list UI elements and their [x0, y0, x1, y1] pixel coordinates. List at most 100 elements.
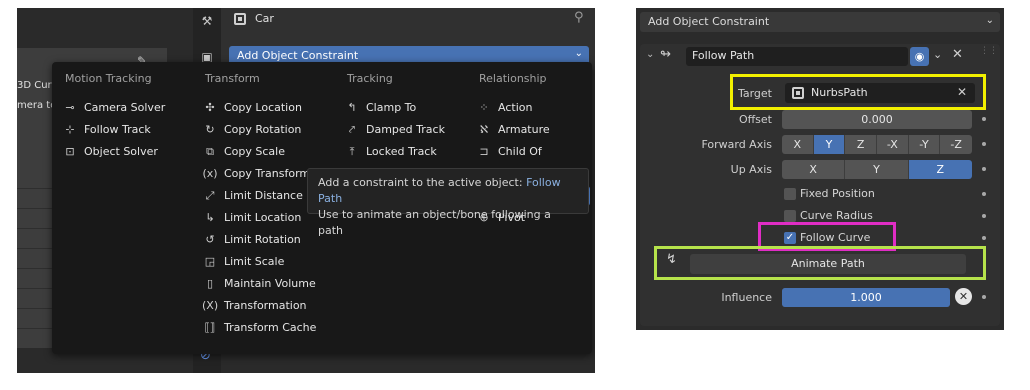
- keyframe-dot-icon[interactable]: [982, 167, 986, 171]
- keyframe-dot-icon[interactable]: [982, 117, 986, 121]
- constraint-name-field[interactable]: Follow Path: [686, 47, 908, 66]
- menu-column-header: Motion Tracking: [65, 72, 152, 85]
- viewport-label-3d-cursor: 3D Cur: [17, 80, 52, 91]
- menu-item-label: Limit Scale: [224, 255, 285, 268]
- menu-item-label: Copy Location: [224, 101, 302, 114]
- menu-item-label: Maintain Volume: [224, 277, 316, 290]
- chevron-down-icon: ⌄: [574, 48, 583, 59]
- fixed-position-label: Fixed Position: [800, 187, 875, 200]
- menu-item-label: Transform Cache: [224, 321, 317, 334]
- tooltip-description: Use to animate an object/bone following …: [318, 208, 551, 237]
- menu-item-follow-track[interactable]: ⊹ Follow Track: [62, 120, 151, 140]
- fwd-option[interactable]: X: [782, 135, 814, 154]
- chevron-down-icon: ⌄: [985, 15, 994, 26]
- upax-option[interactable]: X: [782, 160, 846, 179]
- menu-item-copy-rotation[interactable]: ↻ Copy Rotation: [202, 120, 301, 140]
- pin-icon[interactable]: ⚲: [574, 10, 584, 25]
- options-chevron-icon[interactable]: ⌄: [933, 48, 942, 61]
- menu-item-label: Limit Rotation: [224, 233, 301, 246]
- menu-item-child-of[interactable]: ⊐ Child Of: [476, 142, 541, 162]
- menu-item-copy-transforms[interactable]: (x) Copy Transforms: [202, 164, 316, 184]
- locked-track-icon: ⤒: [349, 145, 355, 158]
- follow-path-icon: ↬: [660, 47, 671, 62]
- tooltip-text: Add a constraint to the active object:: [318, 176, 523, 189]
- fwd-option[interactable]: -Y: [908, 135, 941, 154]
- object-solver-icon: ⊡: [65, 145, 75, 158]
- menu-item-label: Copy Rotation: [224, 123, 302, 136]
- menu-column-header: Tracking: [347, 72, 393, 85]
- close-icon[interactable]: ✕: [952, 47, 963, 62]
- follow-track-icon: ⊹: [65, 123, 75, 136]
- menu-item-camera-solver[interactable]: ⊸ Camera Solver: [62, 98, 165, 118]
- menu-item-label: Locked Track: [366, 145, 437, 158]
- menu-item-maintain-volume[interactable]: ▯ Maintain Volume: [202, 274, 316, 294]
- menu-item-label: Limit Location: [224, 211, 302, 224]
- armature-icon: ℵ: [479, 123, 489, 136]
- fwd-option[interactable]: Y: [813, 135, 846, 154]
- forward-axis-label: Forward Axis: [701, 138, 772, 151]
- offset-label: Offset: [738, 113, 772, 126]
- left-screenshot-panel: 3D Cur mera to ✎ ⚒ ▣ ⊘ Car ⚲ Add Object …: [17, 8, 595, 373]
- menu-item-limit-scale[interactable]: ◲ Limit Scale: [202, 252, 285, 272]
- menu-item-object-solver[interactable]: ⊡ Object Solver: [62, 142, 158, 162]
- menu-item-label: Copy Transforms: [224, 167, 316, 180]
- menu-column-header: Transform: [205, 72, 260, 85]
- camera-solver-icon: ⊸: [65, 101, 75, 114]
- menu-item-label: Action: [498, 101, 533, 114]
- menu-item-transformation[interactable]: (X) Transformation: [202, 296, 307, 316]
- copy-transforms-icon: (x): [202, 167, 218, 180]
- menu-item-limit-distance[interactable]: ⤢ Limit Distance: [202, 186, 303, 206]
- add-object-constraint-dropdown[interactable]: Add Object Constraint ⌄: [640, 12, 1000, 32]
- menu-item-transform-cache[interactable]: ⟦⟧ Transform Cache: [202, 318, 317, 338]
- menu-column-header: Relationship: [479, 72, 547, 85]
- tooltip: Add a constraint to the active object: F…: [307, 168, 589, 237]
- add-object-constraint-label: Add Object Constraint: [237, 49, 359, 62]
- menu-item-label: Copy Scale: [224, 145, 285, 158]
- transformation-icon: (X): [202, 299, 219, 312]
- upax-option[interactable]: Z: [908, 160, 972, 179]
- collapse-chevron-icon[interactable]: ⌄: [646, 49, 654, 60]
- menu-item-action[interactable]: ⁘ Action: [476, 98, 532, 118]
- menu-item-locked-track[interactable]: ⤒ Locked Track: [344, 142, 437, 162]
- menu-item-label: Damped Track: [366, 123, 445, 136]
- up-axis-label: Up Axis: [730, 163, 772, 176]
- add-object-constraint-label: Add Object Constraint: [648, 15, 770, 28]
- menu-item-limit-location[interactable]: ↳ Limit Location: [202, 208, 301, 228]
- action-icon: ⁘: [479, 101, 489, 114]
- menu-item-damped-track[interactable]: ⤤ Damped Track: [344, 120, 445, 140]
- menu-item-clamp-to[interactable]: ↰ Clamp To: [344, 98, 416, 118]
- copy-scale-icon: ⧉: [206, 145, 214, 158]
- keyframe-dot-icon[interactable]: [982, 295, 986, 299]
- menu-item-copy-scale[interactable]: ⧉ Copy Scale: [202, 142, 285, 162]
- menu-item-label: Follow Track: [84, 123, 151, 136]
- influence-label: Influence: [721, 291, 772, 304]
- keyframe-dot-icon[interactable]: [982, 142, 986, 146]
- menu-item-armature[interactable]: ℵ Armature: [476, 120, 550, 140]
- animate-path-highlight-box: [654, 246, 986, 280]
- menu-item-label: Clamp To: [366, 101, 417, 114]
- keyframe-dot-icon[interactable]: [982, 192, 986, 196]
- menu-item-copy-location[interactable]: ✣ Copy Location: [202, 98, 302, 118]
- damped-track-icon: ⤤: [348, 123, 356, 136]
- follow-path-constraint-panel: ⌄ ↬ Follow Path ◉ ⌄ ✕ ⋮⋮ Target NurbsPat…: [640, 44, 1000, 326]
- eye-visibility-icon[interactable]: ◉: [910, 47, 929, 66]
- menu-item-label: Object Solver: [84, 145, 158, 158]
- copy-rotation-icon: ↻: [205, 123, 215, 136]
- maintain-volume-icon: ▯: [206, 277, 214, 290]
- influence-slider[interactable]: 1.000: [782, 288, 950, 307]
- drag-handle-icon[interactable]: ⋮⋮: [980, 47, 998, 56]
- offset-field[interactable]: 0.000: [782, 110, 972, 129]
- curve-radius-checkbox[interactable]: [784, 210, 796, 222]
- upax-option[interactable]: Y: [845, 160, 909, 179]
- fwd-option[interactable]: -X: [877, 135, 909, 154]
- object-name: Car: [255, 12, 274, 25]
- tool-settings-icon[interactable]: ⚒: [200, 14, 214, 28]
- menu-item-limit-rotation[interactable]: ↺ Limit Rotation: [202, 230, 301, 250]
- disable-keep-transform-icon[interactable]: ✕: [955, 288, 972, 305]
- fixed-position-checkbox[interactable]: [784, 188, 796, 200]
- fwd-option[interactable]: Z: [845, 135, 877, 154]
- keyframe-dot-icon[interactable]: [982, 236, 986, 240]
- keyframe-dot-icon[interactable]: [982, 214, 986, 218]
- constraint-name: Follow Path: [692, 49, 755, 62]
- fwd-option[interactable]: -Z: [940, 135, 972, 154]
